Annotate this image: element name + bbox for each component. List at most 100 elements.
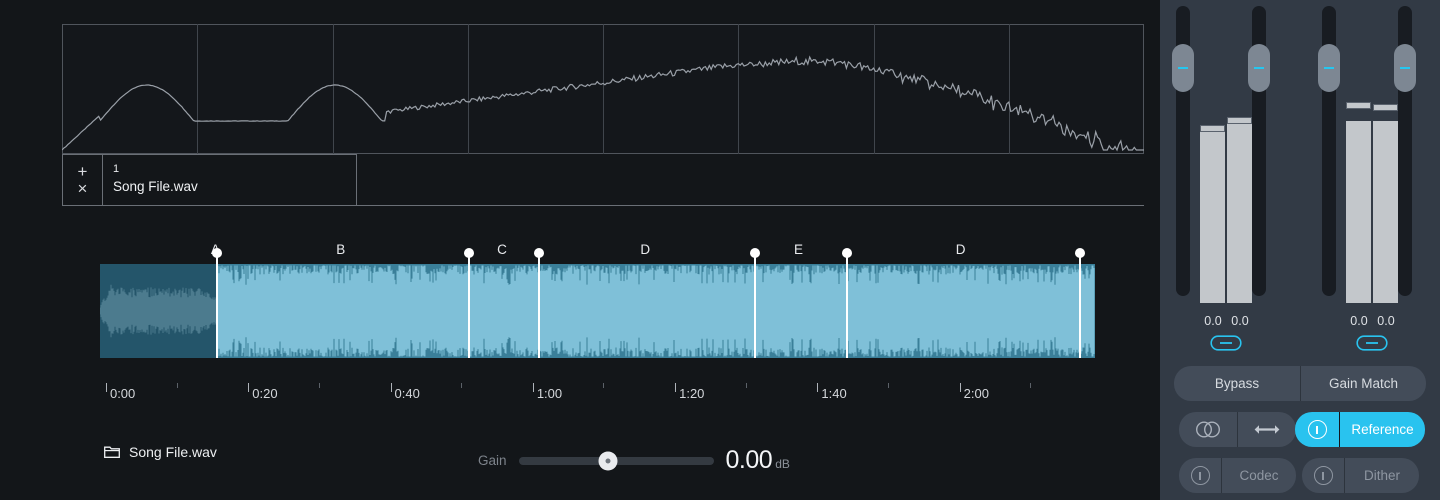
region-marker[interactable] bbox=[1074, 248, 1085, 358]
region-label: D bbox=[640, 242, 651, 257]
gain-slider[interactable] bbox=[518, 451, 714, 470]
fader-track[interactable] bbox=[1394, 6, 1416, 296]
gain-value: 0.00 bbox=[725, 446, 773, 474]
dither-row: Dither bbox=[1302, 458, 1419, 493]
power-icon bbox=[1307, 420, 1327, 439]
width-button[interactable] bbox=[1238, 412, 1296, 447]
gain-control-group: Gain 0.00 dB bbox=[478, 446, 790, 475]
reference-row: Reference bbox=[1295, 412, 1425, 447]
close-file-icon[interactable]: × bbox=[78, 180, 88, 197]
region-marker-handle[interactable] bbox=[1074, 248, 1085, 258]
codec-power-button[interactable] bbox=[1179, 458, 1221, 493]
timeline-label: 2:00 bbox=[963, 386, 989, 401]
reference-power-button[interactable] bbox=[1295, 412, 1339, 447]
link-icon bbox=[1210, 335, 1242, 351]
peak-hold-indicator bbox=[1227, 117, 1252, 124]
timeline-tick-minor bbox=[745, 383, 747, 388]
fader-track[interactable] bbox=[1172, 6, 1194, 296]
tab-song-file[interactable]: 1 Song File.wav bbox=[102, 154, 357, 206]
transport-bar: Song File.wav Gain 0.00dB Select All bbox=[0, 428, 1160, 500]
spectrum-curve bbox=[62, 24, 1144, 154]
peak-hold-indicator bbox=[1200, 125, 1225, 132]
fader-handle[interactable] bbox=[1248, 44, 1270, 92]
tab-filename: Song File.wav bbox=[113, 179, 198, 194]
link-channels-button[interactable] bbox=[1210, 335, 1242, 351]
link-channels-button[interactable] bbox=[1356, 335, 1388, 351]
current-file-chip[interactable]: Song File.wav bbox=[104, 444, 217, 460]
tab-number: 1 bbox=[113, 163, 120, 175]
waveform-path bbox=[100, 266, 1094, 357]
bypass-gainmatch-row: Bypass Gain Match bbox=[1174, 366, 1426, 401]
add-file-icon[interactable]: + bbox=[78, 163, 88, 180]
power-icon bbox=[1190, 466, 1210, 485]
timeline-label: 0:00 bbox=[109, 386, 136, 401]
fader-track[interactable] bbox=[1318, 6, 1340, 296]
region-marker-handle[interactable] bbox=[841, 248, 852, 258]
stereo-circles-icon bbox=[1195, 421, 1221, 438]
region-marker[interactable] bbox=[750, 248, 760, 358]
power-icon bbox=[1313, 466, 1333, 485]
region-label: E bbox=[793, 242, 803, 257]
peak-hold-indicator bbox=[1373, 104, 1398, 111]
timeline-tick-minor bbox=[1030, 383, 1032, 388]
region-marker-handle[interactable] bbox=[463, 248, 474, 258]
level-meter-bar bbox=[1200, 131, 1225, 303]
waveform-graphic bbox=[100, 264, 1095, 358]
waveform-display[interactable] bbox=[100, 264, 1095, 358]
timeline-tick-minor bbox=[461, 383, 463, 388]
region-label-lane: ABCDED bbox=[100, 242, 1095, 264]
file-tab-strip: + × 1 Song File.wav bbox=[62, 154, 1144, 208]
stereo-button[interactable] bbox=[1179, 412, 1237, 447]
main-editor-panel: + × 1 Song File.wav ABCDED 0:000:200:401… bbox=[0, 0, 1160, 500]
timeline-tick-minor bbox=[318, 383, 320, 388]
gain-value-group: 0.00 dB bbox=[726, 446, 790, 475]
timeline-tick-minor bbox=[176, 383, 178, 388]
fader-track[interactable] bbox=[1248, 6, 1270, 296]
gain-unit: dB bbox=[775, 457, 790, 471]
region-label: D bbox=[955, 242, 966, 257]
level-meter-bar bbox=[1373, 121, 1398, 303]
timeline-tick-minor bbox=[888, 383, 890, 388]
region-label: C bbox=[497, 242, 507, 257]
region-marker-handle[interactable] bbox=[750, 248, 760, 258]
link-icon bbox=[1356, 335, 1388, 351]
meter-value: 0.0 bbox=[1231, 314, 1249, 328]
region-marker[interactable] bbox=[463, 248, 474, 358]
region-marker[interactable] bbox=[841, 248, 852, 358]
tab-add-close-group[interactable]: + × bbox=[62, 154, 102, 206]
codec-button[interactable]: Codec bbox=[1222, 458, 1296, 493]
arrows-horizontal-icon bbox=[1254, 425, 1280, 434]
level-meter-bar bbox=[1227, 123, 1252, 303]
stereo-width-row bbox=[1179, 412, 1296, 447]
timeline-label: 0:20 bbox=[252, 386, 278, 401]
meter-value: 0.0 bbox=[1377, 314, 1395, 328]
audio-mastering-window: + × 1 Song File.wav ABCDED 0:000:200:401… bbox=[0, 0, 1440, 500]
fader-handle[interactable] bbox=[1318, 44, 1340, 92]
timeline-label: 1:40 bbox=[821, 386, 847, 401]
dither-power-button[interactable] bbox=[1302, 458, 1344, 493]
timeline-label: 1:20 bbox=[679, 386, 705, 401]
fader-handle[interactable] bbox=[1172, 44, 1194, 92]
bypass-button[interactable]: Bypass bbox=[1174, 366, 1300, 401]
metering-panel: 0.00.00.00.0 −6−10−15−20−30−40−50−Inf − … bbox=[1160, 0, 1440, 500]
gain-slider-knob[interactable] bbox=[598, 451, 618, 470]
current-file-name: Song File.wav bbox=[129, 444, 217, 460]
level-meter-bar bbox=[1346, 121, 1371, 303]
region-label: B bbox=[336, 242, 346, 257]
region-marker[interactable] bbox=[533, 248, 544, 358]
region-marker-handle[interactable] bbox=[533, 248, 544, 258]
timeline-tick-minor bbox=[603, 383, 605, 388]
region-marker-handle[interactable] bbox=[212, 248, 223, 258]
folder-icon bbox=[104, 446, 120, 458]
timeline-label: 1:00 bbox=[536, 386, 563, 401]
timeline-ruler[interactable]: 0:00 0:20 0:40 1:00 1:20 1:40 2:00 bbox=[100, 370, 1095, 410]
fader-handle[interactable] bbox=[1394, 44, 1416, 92]
dither-button[interactable]: Dither bbox=[1345, 458, 1419, 493]
reference-button[interactable]: Reference bbox=[1340, 412, 1425, 447]
timeline-label: 0:40 bbox=[394, 386, 420, 401]
tab-strip-empty-area[interactable] bbox=[357, 205, 1144, 206]
region-marker[interactable] bbox=[212, 248, 223, 358]
spectrum-analyzer[interactable] bbox=[62, 24, 1144, 154]
gain-match-button[interactable]: Gain Match bbox=[1301, 366, 1426, 401]
meter-value: 0.0 bbox=[1204, 314, 1222, 328]
